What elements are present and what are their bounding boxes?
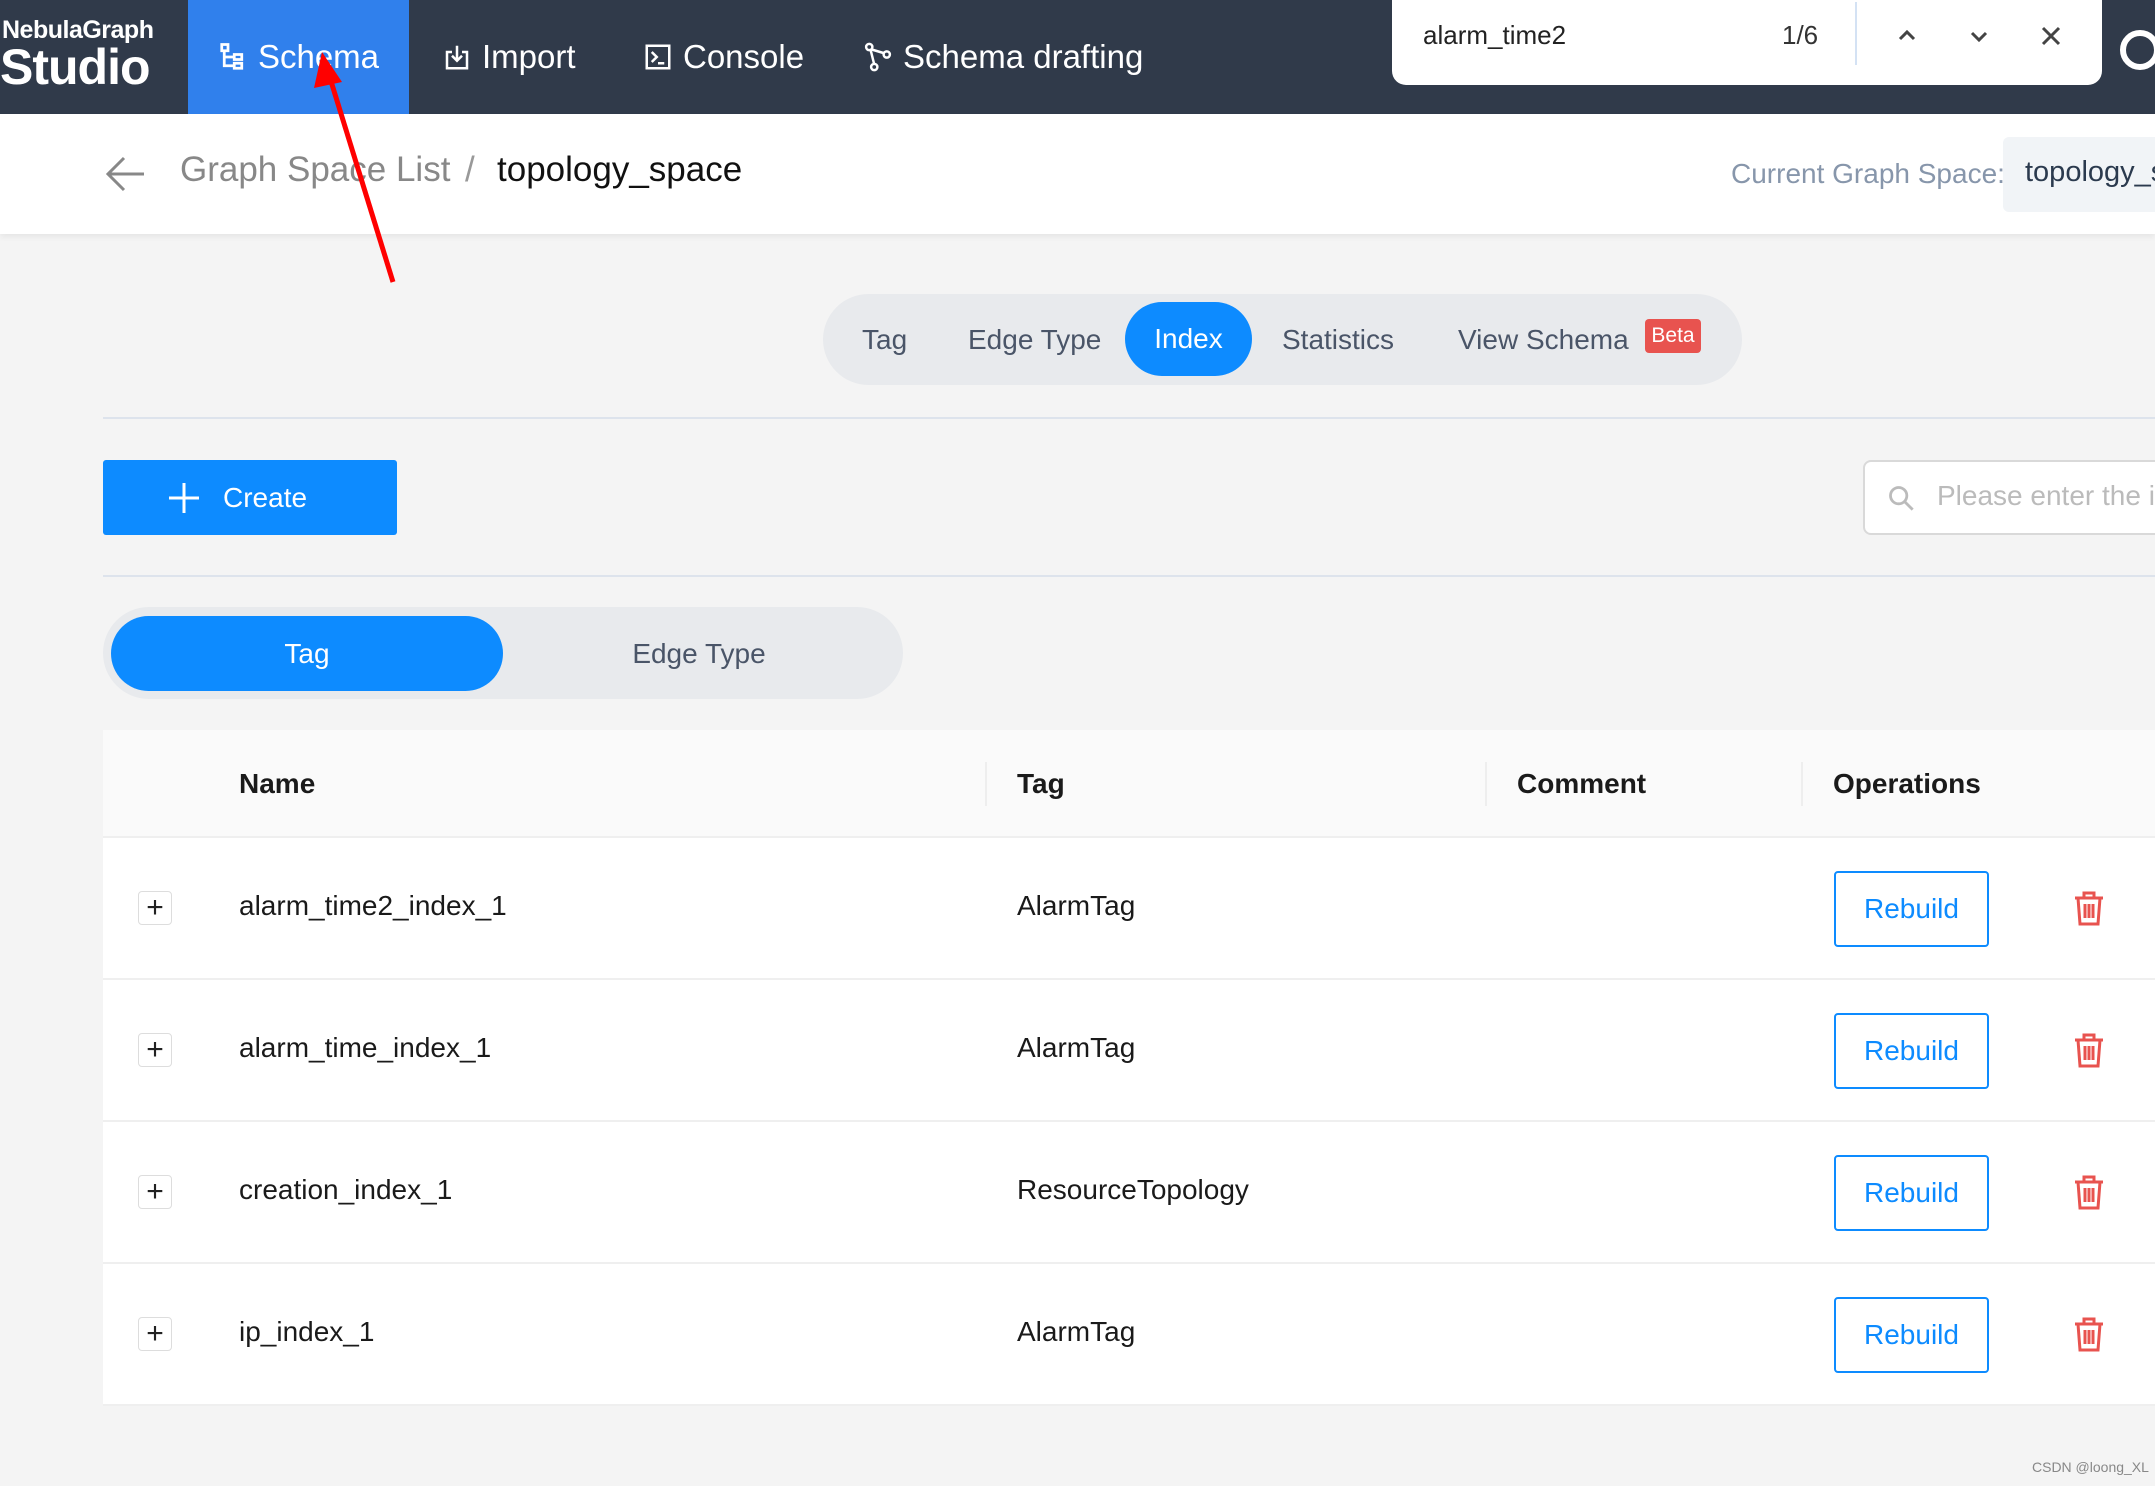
find-next-button[interactable] xyxy=(1961,18,1997,54)
schema-tree-icon xyxy=(220,43,244,70)
divider xyxy=(1855,2,1857,65)
rebuild-button[interactable]: Rebuild xyxy=(1834,1155,1989,1231)
tab-view-schema[interactable]: View Schema xyxy=(1458,294,1629,385)
index-tag: AlarmTag xyxy=(1017,1316,1136,1347)
tab-tag[interactable]: Tag xyxy=(862,294,907,385)
index-tag: ResourceTopology xyxy=(1017,1174,1249,1205)
console-icon xyxy=(645,44,671,70)
nav-label: Schema drafting xyxy=(903,38,1144,75)
rebuild-button[interactable]: Rebuild xyxy=(1834,1297,1989,1373)
expand-row-button[interactable]: + xyxy=(138,891,172,925)
beta-badge: Beta xyxy=(1645,319,1701,353)
delete-trash-icon[interactable] xyxy=(2073,1032,2105,1068)
tab-edge-type[interactable]: Edge Type xyxy=(968,294,1101,385)
table-row: + creation_index_1 ResourceTopology Rebu… xyxy=(103,1122,2155,1264)
column-header-comment: Comment xyxy=(1517,768,1647,799)
plus-icon xyxy=(169,482,199,513)
divider xyxy=(103,417,2155,419)
column-separator xyxy=(1485,762,1487,806)
delete-trash-icon[interactable] xyxy=(2073,890,2105,926)
index-type-switch: Tag Edge Type xyxy=(103,607,903,699)
plus-icon: + xyxy=(146,1317,164,1350)
breadcrumb-current: topology_space xyxy=(497,150,743,189)
expand-row-button[interactable]: + xyxy=(138,1033,172,1067)
chevron-up-icon xyxy=(1898,29,1916,41)
index-table: Name Tag Comment Operations + alarm_time… xyxy=(103,730,2155,1406)
tab-index[interactable]: Index xyxy=(1125,302,1252,376)
nav-console[interactable]: Console xyxy=(643,0,804,114)
segment-edge-type[interactable]: Edge Type xyxy=(503,616,895,691)
nav-import[interactable]: Import xyxy=(442,0,576,114)
rebuild-button[interactable]: Rebuild xyxy=(1834,871,1989,947)
search-box xyxy=(1863,460,2155,535)
nav-label: Console xyxy=(683,38,805,75)
schema-tabs: Tag Edge Type Index Statistics View Sche… xyxy=(823,294,1742,385)
search-icon xyxy=(1889,486,1914,511)
current-space-select[interactable]: topology_space xyxy=(2003,137,2155,212)
nav-schema[interactable]: Schema xyxy=(188,0,409,114)
delete-trash-icon[interactable] xyxy=(2073,1316,2105,1352)
index-tag: AlarmTag xyxy=(1017,890,1136,921)
expand-row-button[interactable]: + xyxy=(138,1317,172,1351)
find-close-button[interactable] xyxy=(2033,18,2069,54)
current-space-label: Current Graph Space: xyxy=(1731,158,2005,189)
plus-icon: + xyxy=(146,891,164,924)
breadcrumb-parent[interactable]: Graph Space List xyxy=(180,150,450,190)
find-query[interactable]: alarm_time2 xyxy=(1423,20,1566,51)
find-prev-button[interactable] xyxy=(1889,18,1925,54)
nav-label: Import xyxy=(482,38,576,75)
plus-icon: + xyxy=(146,1033,164,1066)
watermark: CSDN @loong_XL xyxy=(2032,1459,2149,1475)
column-separator xyxy=(985,762,987,806)
column-header-name: Name xyxy=(239,768,316,799)
drafting-icon xyxy=(864,42,892,72)
segment-tag[interactable]: Tag xyxy=(111,616,503,691)
find-in-page-bar: alarm_time2 1/6 xyxy=(1392,0,2102,85)
tab-statistics[interactable]: Statistics xyxy=(1282,294,1394,385)
nav-schema-drafting[interactable]: Schema drafting xyxy=(863,0,1143,114)
expand-row-button[interactable]: + xyxy=(138,1175,172,1209)
table-row: + alarm_time_index_1 AlarmTag Rebuild xyxy=(103,980,2155,1122)
plus-icon: + xyxy=(146,1175,164,1208)
table-row: + alarm_time2_index_1 AlarmTag Rebuild xyxy=(103,838,2155,980)
column-header-operations: Operations xyxy=(1833,768,1981,799)
create-button[interactable]: Create xyxy=(103,460,397,535)
column-header-tag: Tag xyxy=(1017,768,1065,799)
breadcrumb-separator: / xyxy=(465,150,475,189)
back-arrow-icon[interactable] xyxy=(104,154,146,194)
github-icon[interactable] xyxy=(2120,30,2155,70)
divider xyxy=(103,575,2155,577)
index-name: alarm_time_index_1 xyxy=(239,1032,492,1063)
create-label: Create xyxy=(223,481,308,513)
chevron-down-icon xyxy=(1970,31,1988,43)
import-icon xyxy=(445,45,469,70)
column-separator xyxy=(1801,762,1803,806)
close-icon xyxy=(2041,26,2061,46)
breadcrumb-bar: Graph Space List / topology_space Curren… xyxy=(0,114,2155,234)
index-name: creation_index_1 xyxy=(239,1174,453,1205)
index-tag: AlarmTag xyxy=(1017,1032,1136,1063)
index-name: alarm_time2_index_1 xyxy=(239,890,507,921)
table-header: Name Tag Comment Operations xyxy=(103,730,2155,838)
index-name: ip_index_1 xyxy=(239,1316,375,1347)
rebuild-button[interactable]: Rebuild xyxy=(1834,1013,1989,1089)
find-count: 1/6 xyxy=(1782,20,1819,50)
nav-label: Schema xyxy=(257,38,380,75)
search-input[interactable] xyxy=(1937,480,2155,512)
table-row: + ip_index_1 AlarmTag Rebuild xyxy=(103,1264,2155,1406)
delete-trash-icon[interactable] xyxy=(2073,1174,2105,1210)
logo-studio[interactable]: Studio xyxy=(0,38,151,96)
